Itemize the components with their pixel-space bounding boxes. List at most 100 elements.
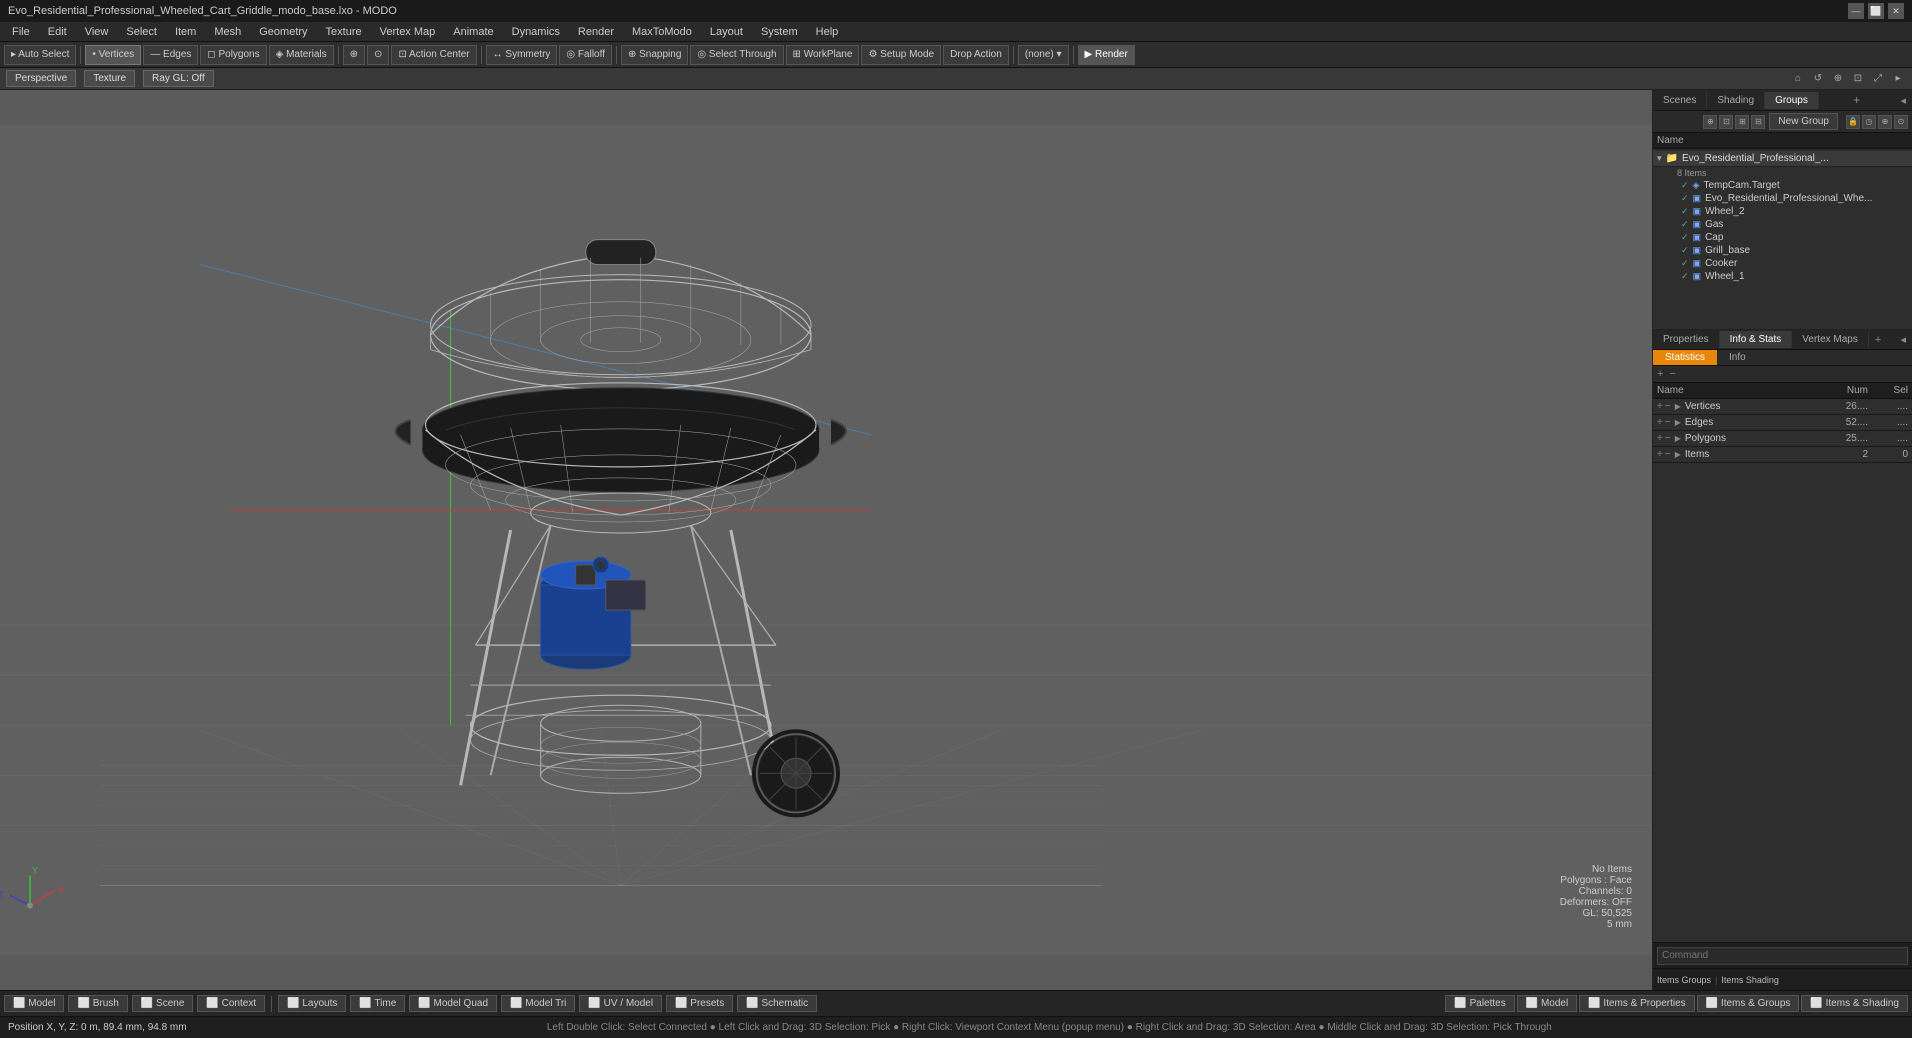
model-layout-btn[interactable]: ⬜ Model (1517, 995, 1577, 1012)
scene-tab[interactable]: ⬜ Scene (132, 995, 194, 1012)
tab-info[interactable]: Info (1717, 350, 1758, 365)
tab-info-stats[interactable]: Info & Stats (1720, 331, 1793, 348)
command-input[interactable] (1657, 947, 1908, 965)
tab-properties[interactable]: Properties (1653, 331, 1720, 348)
menu-geometry[interactable]: Geometry (251, 24, 315, 40)
panel-collapse-icon[interactable]: ◂ (1894, 91, 1912, 110)
materials-button[interactable]: ◈ Materials (269, 45, 334, 65)
sym-button-2[interactable]: ⊙ (367, 45, 389, 65)
brush-tab[interactable]: ⬜ Brush (68, 995, 127, 1012)
menu-help[interactable]: Help (808, 24, 847, 40)
stats-row-edges[interactable]: + − ▶ Edges 52.... .... (1653, 415, 1912, 431)
items-groups-btn[interactable]: ⬜ Items & Groups (1697, 995, 1800, 1012)
row-minus-2[interactable]: − (1665, 433, 1671, 444)
tree-item-gas[interactable]: ✓ ▣ Gas (1653, 218, 1912, 231)
tab-scenes[interactable]: Scenes (1653, 92, 1707, 109)
group-icon-6[interactable]: ◷ (1862, 115, 1876, 129)
perspective-label[interactable]: Perspective (6, 70, 76, 87)
menu-texture[interactable]: Texture (318, 24, 370, 40)
raygl-label[interactable]: Ray GL: Off (143, 70, 214, 87)
select-through-button[interactable]: ◎ Select Through (690, 45, 783, 65)
tree-item-tempcam[interactable]: ✓ ◈ TempCam.Target (1653, 179, 1912, 192)
window-controls[interactable]: — ⬜ ✕ (1848, 3, 1904, 19)
tree-item-cap[interactable]: ✓ ▣ Cap (1653, 231, 1912, 244)
row-plus-3[interactable]: + (1657, 449, 1663, 460)
3d-viewport[interactable]: X Y Z No Items Polygons : Face Channels:… (0, 90, 1652, 990)
setup-mode-button[interactable]: ⚙ Setup Mode (861, 45, 941, 65)
stats-minus-icon[interactable]: − (1669, 368, 1675, 380)
row-expand-0[interactable]: ▶ (1675, 402, 1681, 411)
viewport-expand-icon[interactable]: ⤢ (1870, 71, 1886, 87)
menu-render[interactable]: Render (570, 24, 622, 40)
new-group-button[interactable]: New Group (1769, 113, 1838, 130)
stats-row-items[interactable]: + − ▶ Items 2 0 (1653, 447, 1912, 463)
menu-maxtomodo[interactable]: MaxToModo (624, 24, 700, 40)
action-center-button[interactable]: ⊡ Action Center (391, 45, 476, 65)
group-icon-4[interactable]: ⊟ (1751, 115, 1765, 129)
prop-tab-add-icon[interactable]: + (1869, 331, 1887, 349)
render-button[interactable]: ▶ Render (1078, 45, 1135, 65)
prop-collapse-icon[interactable]: ◂ (1894, 330, 1912, 349)
time-btn[interactable]: ⬜ Time (350, 995, 405, 1012)
group-icon-2[interactable]: ⊡ (1719, 115, 1733, 129)
root-toggle[interactable]: ▾ (1657, 153, 1662, 164)
menu-file[interactable]: File (4, 24, 38, 40)
tree-view[interactable]: ▾ 📁 Evo_Residential_Professional_... 8 I… (1653, 149, 1912, 285)
viewport-home-icon[interactable]: ⌂ (1790, 71, 1806, 87)
row-plus-2[interactable]: + (1657, 433, 1663, 444)
model-quad-btn[interactable]: ⬜ Model Quad (409, 995, 497, 1012)
maximize-button[interactable]: ⬜ (1868, 3, 1884, 19)
row-minus-0[interactable]: − (1665, 401, 1671, 412)
sym-button-1[interactable]: ⊕ (343, 45, 365, 65)
group-icon-1[interactable]: ⊕ (1703, 115, 1717, 129)
stats-plus-icon[interactable]: + (1657, 368, 1663, 380)
menu-item[interactable]: Item (167, 24, 204, 40)
menu-vertexmap[interactable]: Vertex Map (372, 24, 444, 40)
action-dropdown[interactable]: (none) ▾ (1018, 45, 1069, 65)
items-properties-btn[interactable]: ⬜ Items & Properties (1579, 995, 1694, 1012)
tree-item-wheel1[interactable]: ✓ ▣ Wheel_1 (1653, 270, 1912, 283)
tab-vertex-maps[interactable]: Vertex Maps (1792, 331, 1869, 348)
tab-shading[interactable]: Shading (1707, 92, 1765, 109)
menu-mesh[interactable]: Mesh (206, 24, 249, 40)
drop-action-button[interactable]: Drop Action (943, 45, 1009, 65)
group-icon-7[interactable]: ⊕ (1878, 115, 1892, 129)
symmetry-button[interactable]: ↔ Symmetry (486, 45, 558, 65)
edges-button[interactable]: — Edges (143, 45, 198, 65)
menu-dynamics[interactable]: Dynamics (504, 24, 568, 40)
polygons-button[interactable]: ◻ Polygons (200, 45, 266, 65)
viewport-refresh-icon[interactable]: ↺ (1810, 71, 1826, 87)
group-icon-5[interactable]: 🔒 (1846, 115, 1860, 129)
uv-model-btn[interactable]: ⬜ UV / Model (579, 995, 662, 1012)
context-tab[interactable]: ⬜ Context (197, 995, 265, 1012)
tab-groups[interactable]: Groups (1765, 92, 1819, 109)
row-plus-1[interactable]: + (1657, 417, 1663, 428)
menu-system[interactable]: System (753, 24, 806, 40)
menu-edit[interactable]: Edit (40, 24, 75, 40)
row-plus-0[interactable]: + (1657, 401, 1663, 412)
close-button[interactable]: ✕ (1888, 3, 1904, 19)
viewport-fit-icon[interactable]: ⊡ (1850, 71, 1866, 87)
falloff-button[interactable]: ◎ Falloff (559, 45, 612, 65)
row-minus-1[interactable]: − (1665, 417, 1671, 428)
minimize-button[interactable]: — (1848, 3, 1864, 19)
vertices-button[interactable]: • Vertices (85, 45, 141, 65)
menu-animate[interactable]: Animate (445, 24, 501, 40)
items-shading-btn[interactable]: ⬜ Items & Shading (1801, 995, 1908, 1012)
snapping-button[interactable]: ⊕ Snapping (621, 45, 688, 65)
group-icon-3[interactable]: ⊞ (1735, 115, 1749, 129)
tab-statistics[interactable]: Statistics (1653, 350, 1717, 365)
tree-item-wheel2[interactable]: ✓ ▣ Wheel_2 (1653, 205, 1912, 218)
texture-label[interactable]: Texture (84, 70, 135, 87)
presets-btn[interactable]: ⬜ Presets (666, 995, 733, 1012)
row-expand-1[interactable]: ▶ (1675, 418, 1681, 427)
schematic-btn[interactable]: ⬜ Schematic (737, 995, 817, 1012)
menu-view[interactable]: View (77, 24, 117, 40)
auto-select-button[interactable]: ▸ Auto Select (4, 45, 76, 65)
tree-item-cooker[interactable]: ✓ ▣ Cooker (1653, 257, 1912, 270)
group-icon-8[interactable]: ⊙ (1894, 115, 1908, 129)
tree-item-grillbase[interactable]: ✓ ▣ Grill_base (1653, 244, 1912, 257)
model-tab[interactable]: ⬜ Model (4, 995, 64, 1012)
group-root-item[interactable]: ▾ 📁 Evo_Residential_Professional_... (1653, 151, 1912, 167)
row-expand-3[interactable]: ▶ (1675, 450, 1681, 459)
